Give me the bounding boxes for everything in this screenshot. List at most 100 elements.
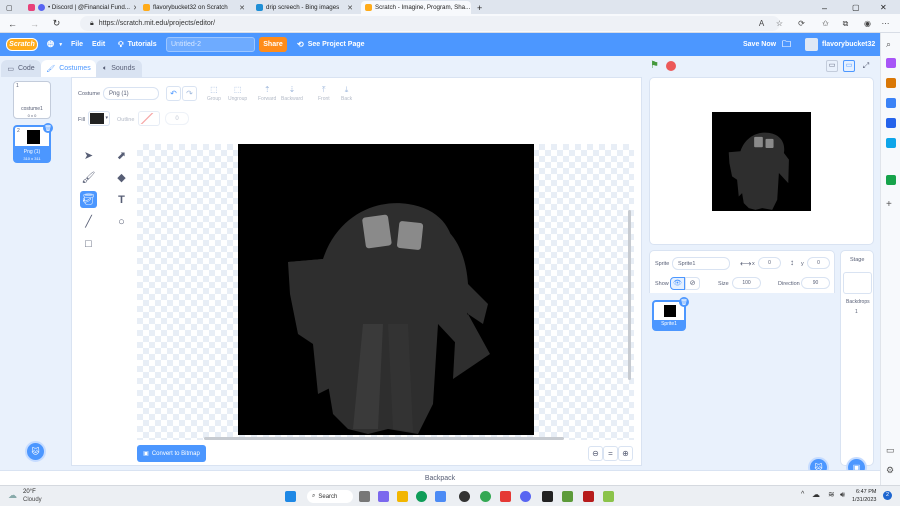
profile-icon[interactable]: ◉ xyxy=(862,18,873,29)
tab-actions-button[interactable]: ▢ xyxy=(2,1,22,14)
x-position-input[interactable]: 0 xyxy=(758,257,781,269)
wifi-icon[interactable]: ≋ xyxy=(828,490,835,499)
costume-item[interactable]: 1 costume1 0 x 0 xyxy=(13,81,51,119)
clock-date[interactable]: 1/31/2023 xyxy=(852,497,876,503)
small-stage-icon[interactable]: ▭ xyxy=(826,60,838,72)
fill-color-picker[interactable]: ▾ xyxy=(88,111,110,126)
tab-code[interactable]: ▭ Code xyxy=(1,60,41,77)
minecraft-icon[interactable] xyxy=(562,491,573,502)
ungroup-button[interactable]: ⬚ Ungroup xyxy=(228,85,247,102)
tab-costumes[interactable]: 🖌︎ Costumes xyxy=(41,60,96,77)
line-tool[interactable]: ╱ xyxy=(80,213,97,230)
settings-gear-icon[interactable]: ⚙ xyxy=(886,465,896,475)
account-menu[interactable]: flavorybucket32 ▼ xyxy=(805,33,884,56)
sprite-tile-selected[interactable]: 🗑︎ Sprite1 xyxy=(652,297,689,331)
new-tab-button[interactable]: + xyxy=(473,1,485,14)
fullscreen-icon[interactable]: ⤢ xyxy=(860,60,872,72)
roblox-icon[interactable] xyxy=(583,491,594,502)
maximize-button[interactable]: ▢ xyxy=(848,1,862,14)
show-hidden-icons-chevron-icon[interactable]: ^ xyxy=(801,491,804,498)
fill-tool[interactable]: 🪣︎ xyxy=(80,191,97,208)
scratch-logo[interactable]: Scratch xyxy=(6,38,38,51)
close-icon[interactable]: ✕ xyxy=(347,4,353,12)
backpack-bar[interactable]: Backpack xyxy=(0,470,880,485)
file-menu[interactable]: File xyxy=(71,33,83,56)
sidebar-layout-icon[interactable]: ▭ xyxy=(886,445,896,455)
tab-bing-images[interactable]: drip screech - Bing images ✕ xyxy=(252,1,357,14)
brush-tool[interactable]: 🖌︎ xyxy=(80,169,97,186)
collections-icon[interactable]: ⧉ xyxy=(840,18,851,29)
front-button[interactable]: ⤒ Front xyxy=(318,85,330,102)
costume-item-selected[interactable]: 2 🗑︎ Png (1) 310 x 311 xyxy=(13,123,53,163)
my-stuff-folder-icon[interactable]: 🗀 xyxy=(782,33,791,56)
zoom-out-button[interactable]: ⊖ xyxy=(588,446,603,461)
reshape-tool[interactable]: ⬈ xyxy=(113,147,130,164)
favorite-star-icon[interactable]: ☆ xyxy=(774,18,785,29)
notepad-icon[interactable] xyxy=(603,491,614,502)
file-explorer-icon[interactable] xyxy=(397,491,408,502)
rectangle-tool[interactable]: □ xyxy=(80,235,97,252)
delete-sprite-icon[interactable]: 🗑︎ xyxy=(679,297,689,307)
favorites-icon[interactable]: ✩ xyxy=(820,18,831,29)
delete-costume-icon[interactable]: 🗑︎ xyxy=(43,123,53,133)
backward-button[interactable]: ⇣ Backward xyxy=(281,85,303,102)
chat-icon[interactable] xyxy=(378,491,389,502)
tutorials-button[interactable]: 💡︎ Tutorials xyxy=(118,33,157,56)
select-tool[interactable]: ➤ xyxy=(80,147,97,164)
forward-button[interactable]: ⇡ Forward xyxy=(258,85,276,102)
refresh-icon[interactable]: ↻ xyxy=(50,17,63,30)
choose-costume-button[interactable]: 🐱︎ xyxy=(25,441,46,462)
office-icon[interactable] xyxy=(886,118,896,128)
terminal-icon[interactable] xyxy=(542,491,553,502)
canvas-horizontal-scrollbar[interactable] xyxy=(204,437,564,440)
windows-start-icon[interactable] xyxy=(285,491,296,502)
notification-badge[interactable]: 2 xyxy=(883,491,892,500)
search-icon[interactable]: ⌕ xyxy=(886,39,896,49)
outline-width-input[interactable]: 0 xyxy=(165,112,189,125)
tab-scratch-editor[interactable]: Scratch - Imagine, Program, Sha... ✕ xyxy=(361,1,471,14)
canvas-vertical-scrollbar[interactable] xyxy=(628,210,631,380)
task-view-icon[interactable] xyxy=(359,491,370,502)
eraser-tool[interactable]: ◆ xyxy=(113,169,130,186)
text-tool[interactable]: T xyxy=(113,191,130,208)
close-icon[interactable]: ✕ xyxy=(133,4,136,12)
costume-name-input[interactable]: Png (1) xyxy=(103,87,159,100)
shopping-icon[interactable] xyxy=(886,78,896,88)
tab-scratch-profile[interactable]: flavorybucket32 on Scratch ✕ xyxy=(139,1,249,14)
hide-button[interactable]: ⊘ xyxy=(685,277,700,290)
direction-input[interactable]: 90 xyxy=(801,277,830,289)
normal-stage-icon[interactable]: ▭ xyxy=(843,60,855,72)
show-visible-button[interactable]: 👁︎ xyxy=(670,277,685,290)
sprite-name-input[interactable]: Sprite1 xyxy=(672,257,730,270)
redo-button[interactable]: ↷ xyxy=(182,86,197,101)
group-button[interactable]: ⬚ Group xyxy=(207,85,221,102)
minimize-button[interactable]: – xyxy=(818,1,832,14)
copilot-icon[interactable] xyxy=(886,58,896,68)
convert-to-bitmap-button[interactable]: ▣ Convert to Bitmap xyxy=(137,445,206,462)
tab-discord[interactable]: • Discord | @Financial Fund... ✕ xyxy=(24,1,136,14)
clock-time[interactable]: 6:47 PM xyxy=(856,489,876,495)
onedrive-cloud-icon[interactable]: ☁ xyxy=(812,490,820,499)
costume-artwork[interactable] xyxy=(238,144,534,435)
taskbar-search[interactable]: ⌕ Search xyxy=(307,490,353,503)
circle-tool[interactable]: ○ xyxy=(113,213,130,230)
save-now-button[interactable]: Save Now xyxy=(743,33,776,56)
volume-icon[interactable]: 🔊︎ xyxy=(840,490,845,500)
tools-icon[interactable] xyxy=(886,98,896,108)
games-icon[interactable] xyxy=(886,175,896,185)
edit-menu[interactable]: Edit xyxy=(92,33,105,56)
edge-icon[interactable] xyxy=(416,491,427,502)
address-bar[interactable]: 🔒︎ https://scratch.mit.edu/projects/edit… xyxy=(80,16,780,31)
more-menu-icon[interactable]: ⋯ xyxy=(880,18,891,29)
zoom-in-button[interactable]: ⊕ xyxy=(618,446,633,461)
discord-icon[interactable] xyxy=(520,491,531,502)
github-icon[interactable] xyxy=(459,491,470,502)
language-globe-button[interactable]: 🌐︎ ▼ xyxy=(47,33,63,56)
stop-icon[interactable] xyxy=(666,61,676,71)
back-button[interactable]: ⤓ Back xyxy=(341,85,352,102)
size-input[interactable]: 100 xyxy=(732,277,761,289)
y-position-input[interactable]: 0 xyxy=(807,257,830,269)
project-title-input[interactable]: Untitled-2 xyxy=(166,37,255,52)
mcafee-icon[interactable] xyxy=(500,491,511,502)
add-icon[interactable]: + xyxy=(886,199,896,210)
